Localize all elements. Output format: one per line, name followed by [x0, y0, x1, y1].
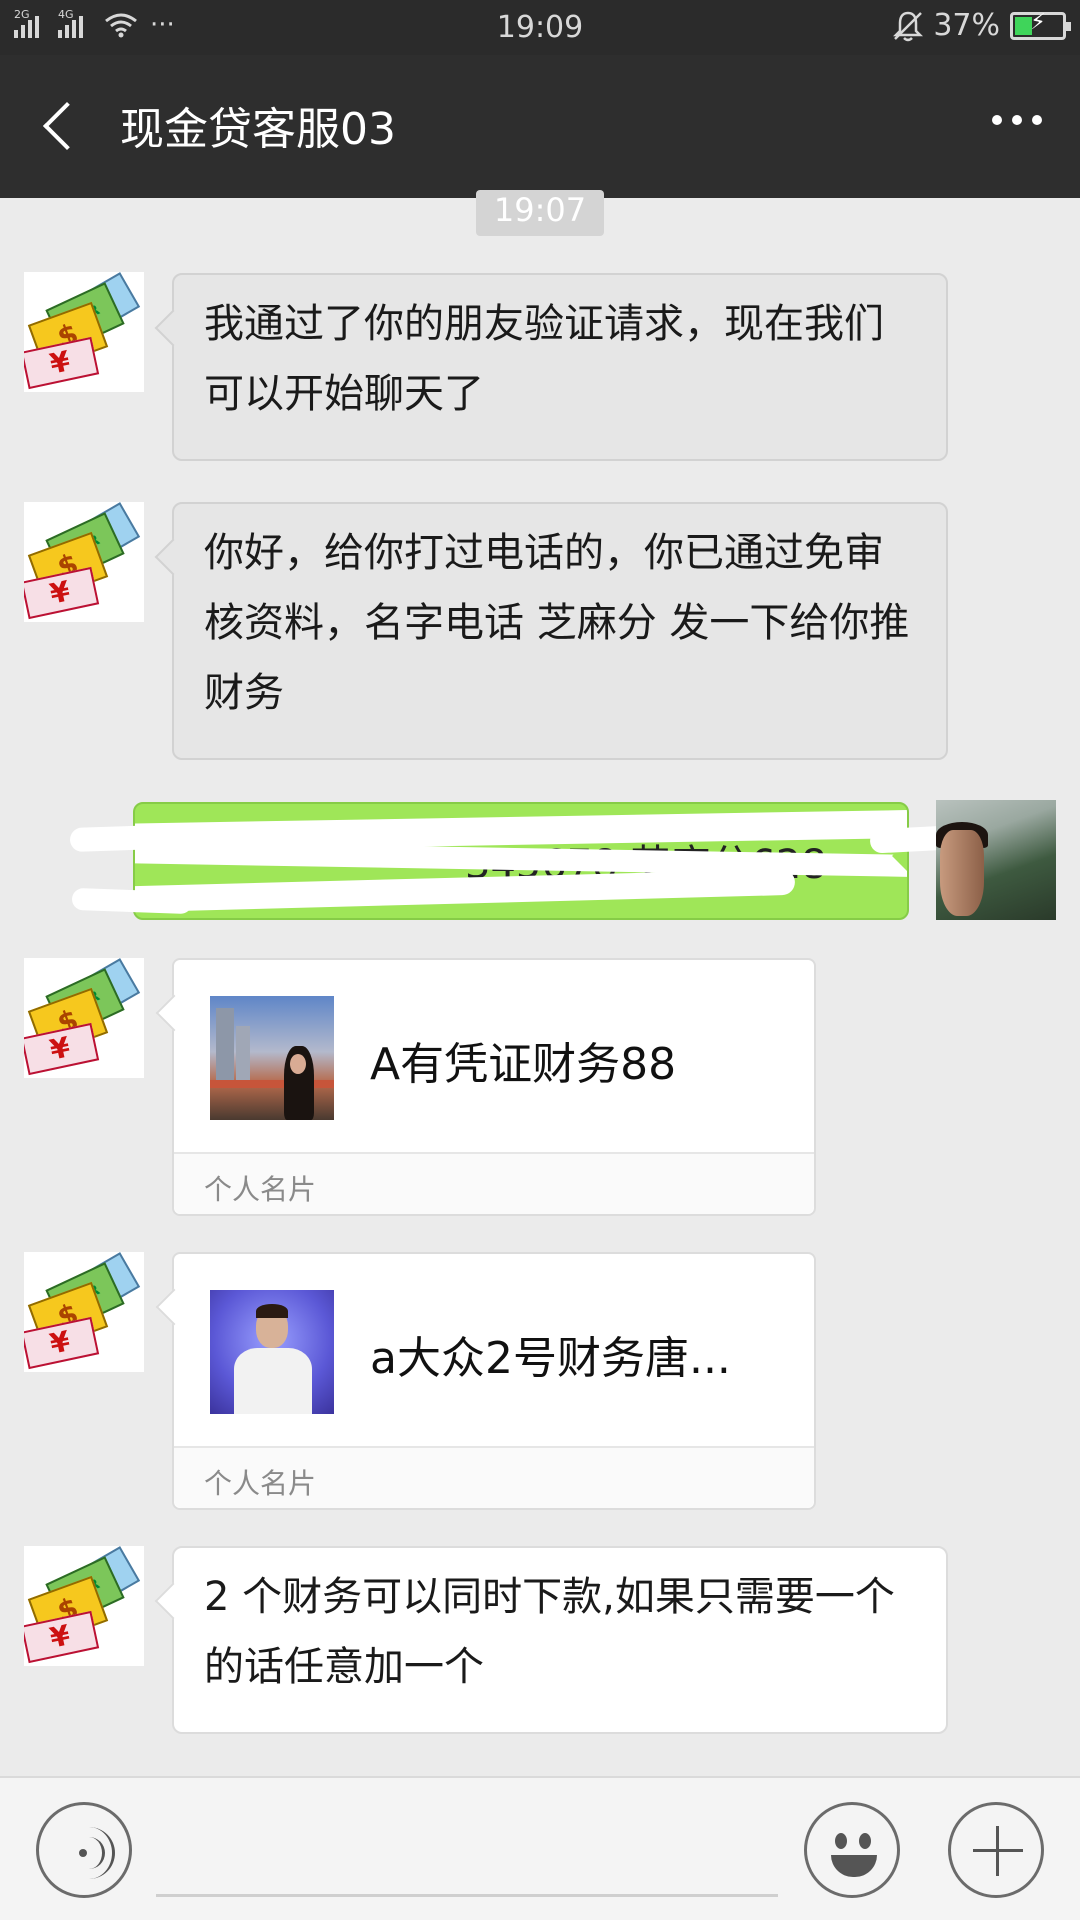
message-bubble[interactable]: 2 个财务可以同时下款,如果只需要一个的话任意加一个 — [172, 1546, 948, 1734]
voice-icon[interactable] — [36, 1802, 132, 1898]
charging-bolt-icon: ⚡ — [1030, 9, 1046, 35]
contact-avatar[interactable]: EUR $ ¥ — [24, 272, 144, 392]
message-bubble[interactable]: 你好，给你打过电话的，你已通过免审核资料，名字电话 芝麻分 发一下给你推财务 — [172, 502, 948, 760]
bell-off-icon — [893, 11, 924, 41]
card-name: A有凭证财务88 — [370, 1039, 677, 1090]
card-photo — [210, 1290, 334, 1414]
card-type-label: 个人名片 — [204, 1173, 317, 1206]
contact-avatar[interactable]: EUR $ ¥ — [24, 502, 144, 622]
card-type-label: 个人名片 — [204, 1467, 317, 1500]
status-bar: 2G 4G ··· 19:09 37% ⚡ — [0, 0, 1080, 55]
card-footer: 个人名片 — [174, 1152, 814, 1214]
chat-header: 现金贷客服03 — [0, 55, 1080, 198]
contact-card[interactable]: a大众2号财务唐... 个人名片 — [172, 1252, 816, 1510]
status-right: 37% ⚡ — [893, 8, 1071, 43]
redaction-scribble — [69, 823, 191, 853]
card-photo — [210, 996, 334, 1120]
message-bubble[interactable]: 我通过了你的朋友验证请求，现在我们可以开始聊天了 — [172, 273, 948, 461]
card-name: a大众2号财务唐... — [370, 1333, 731, 1384]
redaction-scribble — [71, 887, 193, 915]
self-message-bubble[interactable]: 345678 芝麻分628 — [133, 802, 909, 920]
contact-card[interactable]: A有凭证财务88 个人名片 — [172, 958, 816, 1216]
self-avatar[interactable] — [936, 800, 1056, 920]
plus-icon[interactable] — [948, 1802, 1044, 1898]
battery-percent: 37% — [933, 8, 1000, 43]
message-input[interactable] — [156, 1894, 778, 1897]
emoji-icon[interactable] — [804, 1802, 900, 1898]
contact-avatar[interactable]: EUR $ ¥ — [24, 1546, 144, 1666]
card-footer: 个人名片 — [174, 1446, 814, 1508]
contact-avatar[interactable]: EUR $ ¥ — [24, 1252, 144, 1372]
more-dots-icon[interactable] — [992, 115, 1042, 125]
battery-icon: ⚡ — [1010, 9, 1071, 40]
message-timestamp: 19:07 — [476, 190, 604, 236]
contact-avatar[interactable]: EUR $ ¥ — [24, 958, 144, 1078]
input-bar — [0, 1776, 1080, 1920]
chat-title: 现金贷客服03 — [120, 104, 396, 155]
back-chevron-icon[interactable] — [38, 99, 88, 155]
